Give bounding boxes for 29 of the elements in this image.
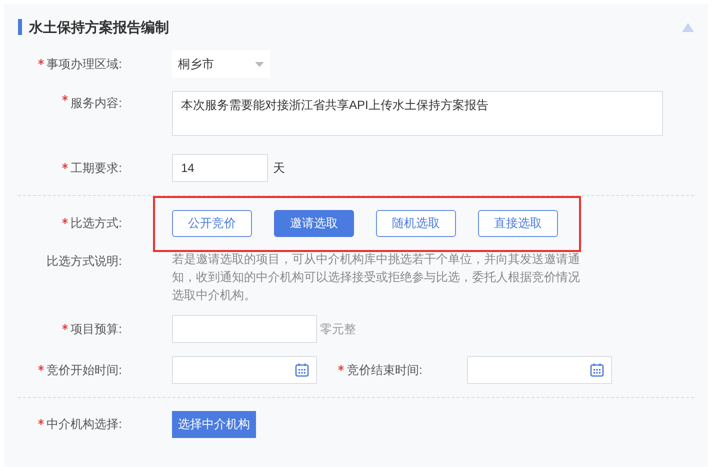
section-title: 水土保持方案报告编制 [29, 18, 169, 36]
field-label: 中介机构选择: [46, 416, 122, 433]
method-option[interactable]: 直接选取 [478, 210, 558, 236]
method-option[interactable]: 公开竞价 [172, 210, 252, 236]
method-option[interactable]: 随机选取 [376, 210, 456, 236]
period-input[interactable]: 14 [172, 154, 268, 182]
service-textarea[interactable]: 本次服务需要能对接浙江省共享API上传水土保持方案报告 [172, 91, 663, 136]
date-field[interactable] [467, 356, 612, 384]
date-field[interactable] [172, 356, 317, 384]
amount-in-words: 零元整 [320, 321, 356, 338]
field-label: 竞价结束时间: [347, 362, 422, 379]
field-label: 比选方式说明: [46, 253, 122, 270]
select-agency-button[interactable]: 选择中介机构 [172, 410, 256, 438]
field-label: 事项办理区域: [46, 56, 122, 73]
field-label: 比选方式: [70, 215, 122, 232]
region-select[interactable]: 桐乡市 [172, 50, 270, 78]
field-label: 工期要求: [70, 160, 122, 177]
calendar-icon [294, 362, 310, 378]
unit-label: 天 [273, 160, 285, 177]
field-label: 竞价开始时间: [46, 362, 122, 379]
method-option[interactable]: 邀请选取 [274, 210, 354, 236]
field-label: 服务内容: [70, 95, 122, 112]
section-accent-bar [18, 19, 22, 35]
calendar-icon [589, 362, 605, 378]
budget-input[interactable] [172, 315, 317, 343]
field-label: 项目预算: [70, 321, 122, 338]
caret-icon [255, 62, 264, 66]
collapse-icon[interactable] [682, 22, 694, 32]
method-description: 若是邀请选取的项目，可从中介机构库中挑选若干个单位，并向其发送邀请通知，收到通知的中介机构可以选择接受或拒绝参与比选，委托人根据竞价情况选取中介机构。 [172, 251, 580, 304]
